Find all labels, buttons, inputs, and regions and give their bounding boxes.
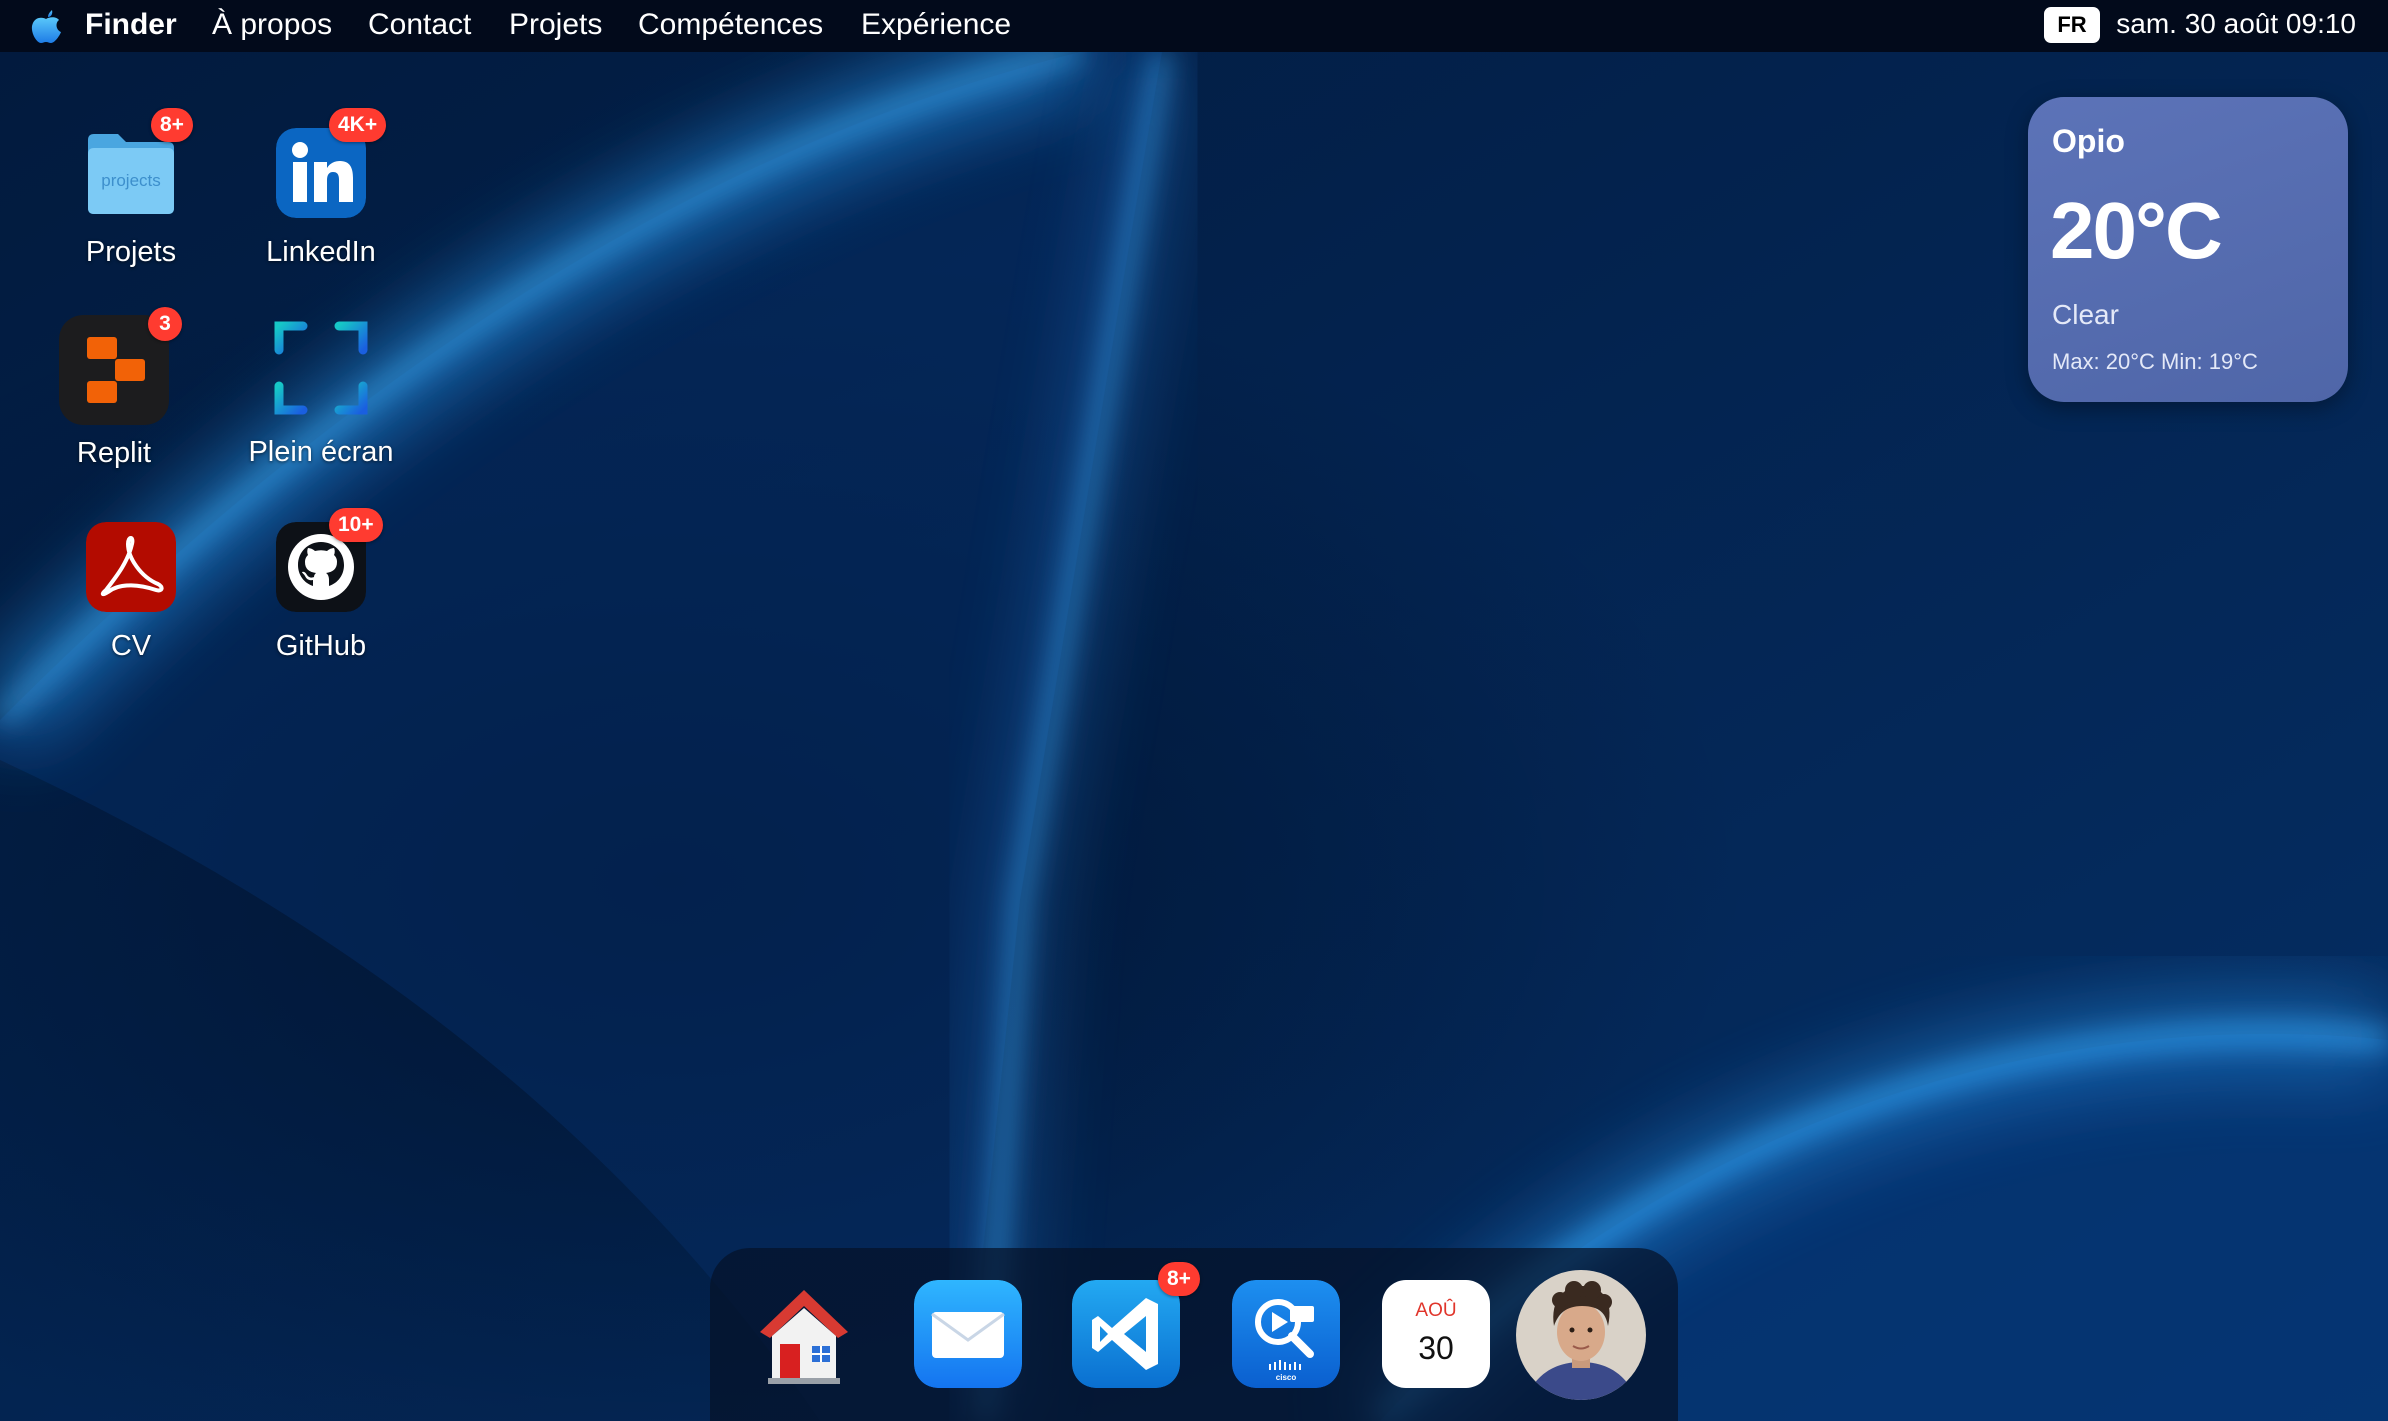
dock: 8+ cisco AOÛ 30 (710, 1248, 1678, 1421)
desktop-icon-plein-ecran[interactable]: Plein écran (231, 318, 411, 488)
desktop-icon-label: Plein écran (248, 436, 394, 468)
desktop-icon-github[interactable]: 10+ GitHub (231, 508, 411, 692)
folder-text: projects (101, 171, 161, 190)
menu-item-projets[interactable]: Projets (509, 8, 602, 42)
menu-bar: Finder À propos Contact Projets Compéten… (0, 0, 2388, 52)
notification-badge: 8+ (151, 108, 193, 142)
dock-item-cisco[interactable]: cisco (1232, 1280, 1340, 1388)
folder-icon: projects (88, 134, 174, 214)
notification-badge: 3 (148, 307, 182, 341)
pdf-icon (86, 522, 176, 612)
weather-city: Opio (2052, 123, 2125, 159)
mail-icon (914, 1280, 1022, 1388)
apple-icon[interactable] (28, 6, 64, 46)
calendar-day: 30 (1418, 1330, 1454, 1366)
menu-item-contact[interactable]: Contact (368, 8, 471, 42)
fullscreen-icon (274, 321, 368, 415)
dock-item-vscode[interactable]: 8+ (1072, 1262, 1200, 1388)
desktop-icon-label: Replit (76, 437, 152, 469)
weather-widget[interactable]: Opio 20°C Clear Max: 20°C Min: 19°C (2028, 97, 2348, 402)
desktop-icon-label: Projets (85, 236, 177, 268)
weather-temperature: 20°C (2050, 186, 2223, 275)
desktop-icon-replit[interactable]: 3 Replit (24, 307, 204, 485)
desktop-icon-projets[interactable]: projects 8+ Projets (41, 108, 221, 298)
dock-item-profile[interactable] (1516, 1270, 1646, 1400)
calendar-month: AOÛ (1415, 1300, 1457, 1321)
calendar-icon: AOÛ 30 (1382, 1280, 1490, 1388)
dock-item-calendar[interactable]: AOÛ 30 (1382, 1280, 1490, 1388)
desktop-icon-label: GitHub (275, 630, 367, 662)
vscode-icon (1072, 1280, 1180, 1388)
cisco-webex-icon: cisco (1232, 1280, 1340, 1388)
weather-condition: Clear (2052, 299, 2119, 330)
dock-item-mail[interactable] (914, 1280, 1022, 1388)
menu-item-a-propos[interactable]: À propos (212, 8, 332, 42)
desktop-icon-label: LinkedIn (266, 236, 376, 268)
dock-item-home[interactable] (750, 1280, 858, 1388)
notification-badge: 10+ (329, 508, 383, 542)
menu-item-competences[interactable]: Compétences (638, 8, 823, 42)
menu-clock: sam. 30 août 09:10 (2116, 8, 2356, 39)
language-toggle[interactable]: FR (2044, 7, 2100, 43)
app-name[interactable]: Finder (85, 8, 177, 42)
desktop-icon-cv[interactable]: CV (41, 522, 221, 692)
cisco-caption: cisco (1276, 1373, 1297, 1382)
notification-badge: 8+ (1158, 1262, 1200, 1296)
home-icon (760, 1290, 848, 1384)
avatar (1516, 1270, 1646, 1400)
menu-item-experience[interactable]: Expérience (861, 8, 1011, 42)
weather-min-max: Max: 20°C Min: 19°C (2052, 349, 2258, 374)
notification-badge: 4K+ (329, 108, 387, 142)
desktop-icon-label: CV (110, 630, 152, 662)
desktop-icon-linkedin[interactable]: 4K+ LinkedIn (231, 108, 411, 298)
